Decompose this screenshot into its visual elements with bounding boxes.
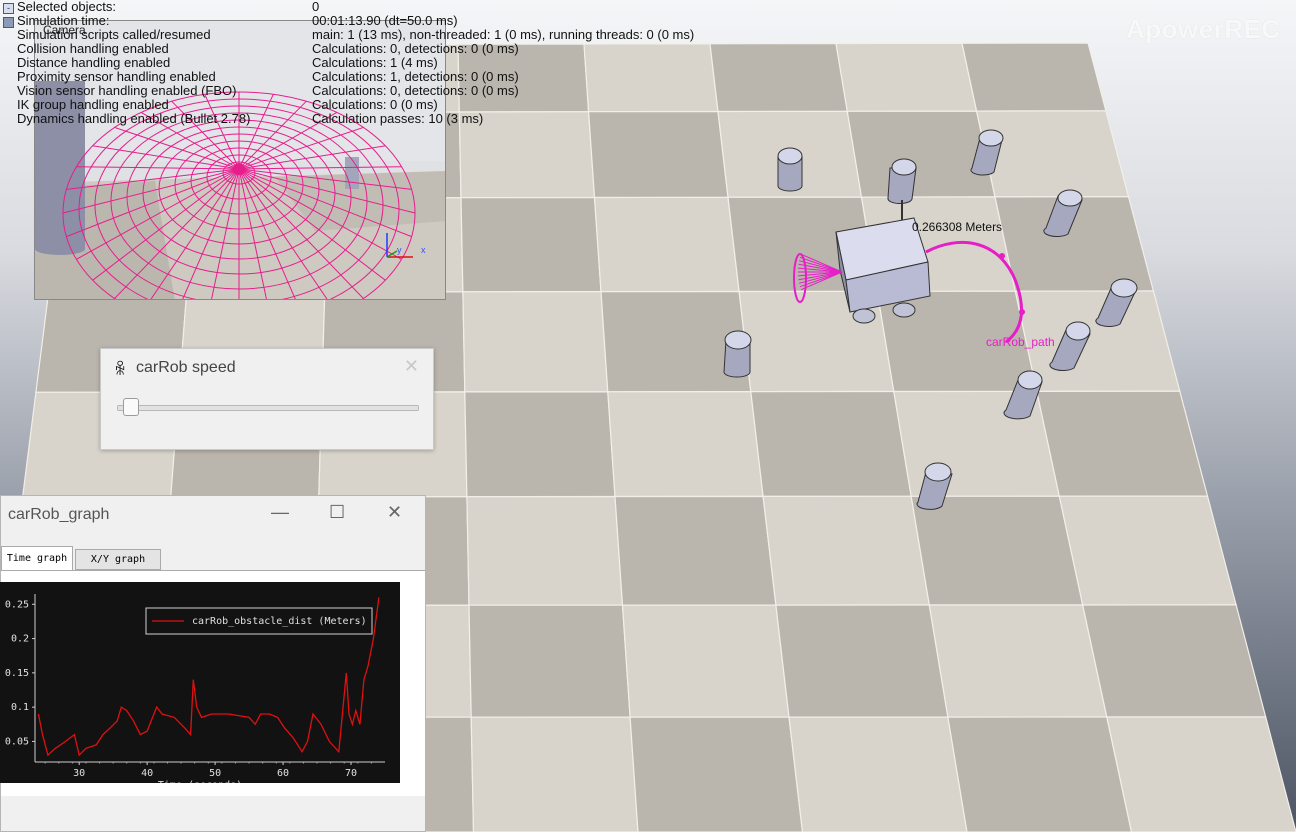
info-key: Proximity sensor handling enabled [17, 69, 216, 84]
cylinder-obstacle[interactable] [723, 330, 752, 378]
x-tick-label: 50 [209, 768, 221, 779]
info-key: Simulation scripts called/resumed [17, 27, 211, 42]
info-row: Vision sensor handling enabled (FBO) Calc… [0, 84, 720, 98]
graph-tabs: Time graph X/Y graph [1, 546, 421, 570]
x-tick-label: 30 [73, 768, 85, 779]
graph-window: carRob_graph — ☐ ✕ Time graph X/Y graph … [0, 495, 426, 832]
legend: carRob_obstacle_dist (Meters) [145, 607, 373, 635]
maximize-icon[interactable]: ☐ [329, 502, 345, 523]
info-row: Proximity sensor handling enabled Calcula… [0, 70, 720, 84]
minimize-icon[interactable]: — [271, 502, 289, 523]
info-key: Distance handling enabled [17, 55, 171, 70]
info-key: Dynamics handling enabled (Bullet 2.78) [17, 111, 251, 126]
time-graph-plot[interactable]: 0.05 0.1 0.15 0.2 0.25 30 40 50 60 70 Time (second… [0, 582, 400, 783]
distance-label: 0.266308 Meters [912, 220, 1002, 234]
x-axis-label: Time (seconds) [158, 780, 242, 783]
info-value: main: 1 (13 ms), non-threaded: 1 (0 ms),… [312, 27, 695, 42]
y-tick-label: 0.25 [5, 599, 29, 610]
robot-icon: ꆜ [114, 362, 127, 379]
x-tick-label: 40 [141, 768, 153, 779]
y-tick-label: 0.1 [11, 702, 29, 713]
y-tick-label: 0.15 [5, 668, 29, 679]
speed-dialog-title: carRob speed [136, 359, 236, 376]
info-row: Simulation scripts called/resumed main: 1… [0, 28, 720, 42]
info-row: Distance handling enabled Calculations: 1… [0, 56, 720, 70]
info-key: Selected objects: [17, 0, 117, 14]
info-value: 0 [312, 0, 320, 14]
tab-xy-graph[interactable]: X/Y graph [75, 549, 161, 570]
info-value: Calculations: 1 (4 ms) [312, 55, 438, 70]
info-value: Calculations: 0, detections: 0 (0 ms) [312, 83, 519, 98]
info-key: IK group handling enabled [17, 97, 169, 112]
tab-time-graph[interactable]: Time graph [1, 546, 73, 570]
speed-dialog: ꆜ carRob speed ✕ [100, 348, 434, 450]
info-row: Dynamics handling enabled (Bullet 2.78) C… [0, 112, 720, 126]
y-tick-label: 0.2 [11, 634, 29, 645]
info-value: Calculations: 0 (0 ms) [312, 97, 438, 112]
speed-slider-handle[interactable] [122, 398, 139, 416]
info-key: Simulation time: [17, 13, 110, 28]
close-icon[interactable]: ✕ [387, 502, 402, 523]
info-value: Calculations: 1, detections: 0 (0 ms) [312, 69, 519, 84]
info-value: Calculation passes: 10 (3 ms) [312, 111, 484, 126]
recorder-watermark: ApowerREC [1126, 14, 1281, 44]
info-key: Vision sensor handling enabled (FBO) [17, 83, 237, 98]
speed-slider-track[interactable] [117, 405, 419, 411]
path-label: carRob_path [986, 335, 1055, 349]
info-key: Collision handling enabled [17, 41, 169, 56]
x-tick-label: 60 [277, 768, 289, 779]
info-row: Simulation time: 00:01:13.90 (dt=50.0 ms) [0, 14, 720, 28]
legend-label: carRob_obstacle_dist (Meters) [192, 616, 367, 627]
simulation-info-overlay: - Selected objects: 0 Simulation time: 00:0… [0, 0, 720, 126]
cylinder-obstacle[interactable] [887, 158, 917, 204]
close-icon[interactable]: ✕ [404, 356, 419, 377]
axis-label-x: x [421, 245, 426, 255]
info-row: Collision handling enabled Calculations: … [0, 42, 720, 56]
info-row: Selected objects: 0 [0, 0, 720, 14]
info-value: Calculations: 0, detections: 0 (0 ms) [312, 41, 519, 56]
y-tick-label: 0.05 [5, 736, 29, 747]
cylinder-obstacle[interactable] [777, 147, 803, 192]
info-row: IK group handling enabled Calculations: 0… [0, 98, 720, 112]
x-tick-label: 70 [345, 768, 357, 779]
graph-window-title: carRob_graph [8, 506, 110, 523]
info-value: 00:01:13.90 (dt=50.0 ms) [312, 13, 458, 28]
axis-label-y: y [397, 245, 402, 255]
